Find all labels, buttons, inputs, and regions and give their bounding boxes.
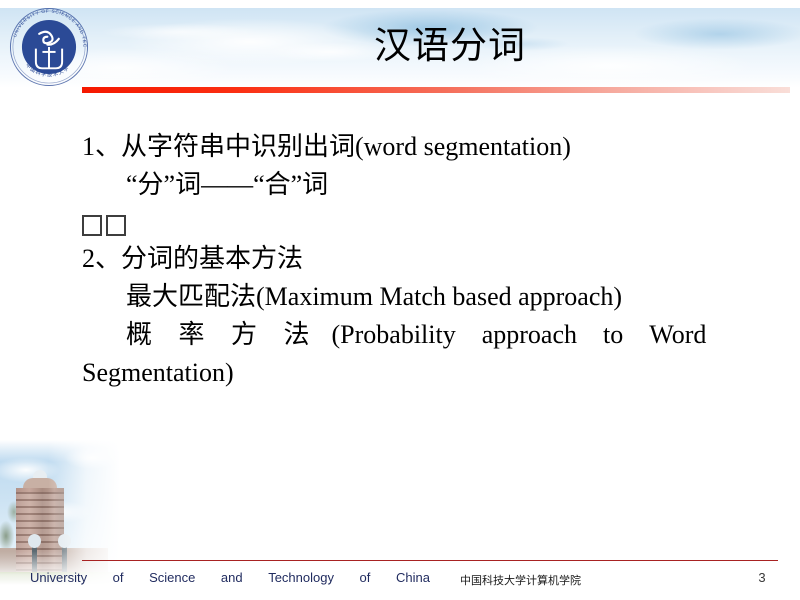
body-line-missing-glyphs bbox=[82, 204, 782, 240]
footer-word: of bbox=[359, 570, 371, 585]
missing-glyph-box bbox=[82, 215, 102, 236]
body-line-item2-sub2: 概 率 方 法 (Probability approach to Word Segmen… bbox=[82, 316, 782, 392]
body-line-item2-sub1: 最大匹配法(Maximum Match based approach) bbox=[126, 282, 623, 311]
body-line-item1-sub: “分”词——“合”词 bbox=[126, 170, 329, 199]
body-en-to: to bbox=[603, 320, 624, 349]
body-line-item1: 1、从字符串中识别出词(word segmentation) bbox=[82, 132, 571, 161]
footer-word: China bbox=[395, 570, 430, 585]
page-number: 3 bbox=[758, 570, 766, 585]
missing-glyph-box bbox=[106, 215, 126, 236]
footer-word: of bbox=[112, 570, 124, 585]
body-en-word: Word bbox=[649, 320, 707, 349]
campus-photo bbox=[0, 440, 120, 585]
footer-word: Science bbox=[149, 570, 196, 585]
slide-body: 1、从字符串中识别出词(word segmentation) “分”词——“合”… bbox=[82, 128, 782, 392]
footer-divider bbox=[82, 560, 778, 561]
body-en-segmentation: Segmentation) bbox=[82, 358, 234, 387]
footer-university-name: University of Science and Technology of … bbox=[30, 570, 430, 600]
body-en-approach: approach bbox=[481, 320, 578, 349]
ustc-logo-icon: UNIVERSITY OF SCIENCE AND TECHNOLOGY OF … bbox=[6, 2, 90, 88]
body-cn-probability-method: 概 率 方 法 bbox=[126, 320, 320, 349]
footer-department: 中国科技大学计算机学院 bbox=[460, 574, 581, 587]
footer-word: and bbox=[220, 570, 243, 585]
footer-word: Technology bbox=[268, 570, 334, 585]
body-en-probability: (Probability bbox=[331, 320, 456, 349]
header-divider bbox=[82, 87, 790, 93]
page-title: 汉语分词 bbox=[374, 24, 526, 67]
photo-fade-right bbox=[0, 440, 120, 585]
body-line-item2: 2、分词的基本方法 bbox=[82, 244, 304, 273]
slide: UNIVERSITY OF SCIENCE AND TECHNOLOGY OF … bbox=[0, 0, 800, 600]
footer-word: University bbox=[30, 570, 88, 585]
